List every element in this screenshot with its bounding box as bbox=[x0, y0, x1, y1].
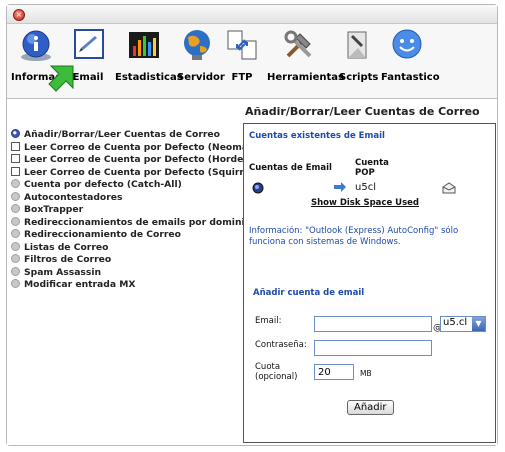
menu-item-mailing-lists[interactable]: Listas de Correo bbox=[11, 241, 241, 255]
email-field[interactable] bbox=[314, 316, 432, 332]
mailbox-icon[interactable] bbox=[442, 182, 456, 194]
dot-bullet-icon bbox=[11, 279, 20, 288]
password-field[interactable] bbox=[314, 340, 432, 356]
menu-item-squirrelmail[interactable]: Leer Correo de Cuenta por Defecto (Squir… bbox=[11, 166, 280, 180]
cursor-arrow-icon bbox=[48, 65, 74, 92]
title-bar: × bbox=[7, 5, 497, 24]
email-label: Email: bbox=[255, 316, 282, 326]
domain-selected-value: u5.cl bbox=[443, 317, 468, 328]
dot-bullet-icon bbox=[11, 191, 20, 201]
add-account-button[interactable]: Añadir bbox=[347, 400, 394, 415]
menu-item-boxtrapper[interactable]: BoxTrapper bbox=[11, 204, 241, 217]
quota-label: Cuota (opcional) bbox=[255, 362, 297, 382]
dot-bullet-icon bbox=[11, 216, 20, 226]
dot-bullet-icon bbox=[11, 179, 20, 188]
checkbox-bullet-icon bbox=[11, 154, 20, 163]
toolbar-statistics[interactable]: Estadisticas bbox=[115, 28, 183, 83]
toolbar-ftp[interactable]: FTP bbox=[223, 28, 261, 83]
menu-item-catch-all[interactable]: Cuenta por defecto (Catch-All) bbox=[11, 179, 241, 192]
dot-bullet-icon bbox=[11, 229, 20, 238]
statistics-icon bbox=[127, 28, 161, 62]
toolbar-label: Estadisticas bbox=[115, 72, 183, 83]
dot-bullet-icon bbox=[11, 254, 20, 263]
toolbar-fantastico[interactable]: Fantastico bbox=[381, 28, 440, 83]
content-area: Añadir/Borrar/Leer Cuentas de Correo Aña… bbox=[7, 99, 497, 445]
close-icon[interactable]: × bbox=[13, 9, 25, 21]
col-pop-header: Cuenta POP bbox=[355, 158, 389, 178]
menu-item-neomail[interactable]: Leer Correo de Cuenta por Defecto (Neoma… bbox=[11, 141, 259, 155]
menu-item-autoresponders[interactable]: Autocontestadores bbox=[11, 191, 241, 205]
existing-accounts-title: Cuentas existentes de Email bbox=[249, 131, 385, 141]
info-text: Información: "Outlook (Express) AutoConf… bbox=[249, 226, 459, 247]
sidebar-menu: Añadir/Borrar/Leer Cuentas de Correo Lee… bbox=[11, 129, 280, 292]
toolbar-label: Herramientas bbox=[267, 72, 344, 83]
menu-item-spam-assassin[interactable]: Spam Assassin bbox=[11, 266, 241, 280]
ftp-icon bbox=[225, 28, 259, 62]
window: × Informac Email Estadisticas Servidor F… bbox=[6, 4, 498, 446]
toolbar-tools[interactable]: Herramientas bbox=[267, 28, 344, 83]
checkbox-bullet-icon bbox=[11, 141, 20, 151]
checkbox-bullet-icon bbox=[11, 166, 20, 176]
password-label: Contraseña: bbox=[255, 340, 307, 350]
toolbar-label: FTP bbox=[231, 72, 253, 83]
menu-item-forwarding[interactable]: Redireccionamiento de Correo bbox=[11, 229, 241, 242]
toolbar-server[interactable]: Servidor bbox=[177, 28, 225, 83]
quota-label-line-2: (opcional) bbox=[255, 372, 298, 382]
quota-unit: MB bbox=[360, 369, 372, 378]
arrow-right-icon bbox=[334, 182, 346, 192]
dot-bullet-icon bbox=[11, 266, 20, 276]
toolbar-label: Fantastico bbox=[381, 72, 440, 83]
scripts-icon bbox=[340, 28, 374, 62]
info-icon bbox=[19, 28, 53, 62]
menu-item-mx-entry[interactable]: Modificar entrada MX bbox=[11, 279, 241, 292]
page-title: Añadir/Borrar/Leer Cuentas de Correo bbox=[245, 105, 480, 118]
tools-icon bbox=[282, 28, 316, 62]
pop-account-name: u5cl bbox=[355, 182, 376, 193]
menu-item-add-accounts[interactable]: Añadir/Borrar/Leer Cuentas de Correo bbox=[11, 129, 241, 142]
col-email-header: Cuentas de Email bbox=[249, 163, 332, 173]
add-account-title: Añadir cuenta de email bbox=[253, 288, 365, 298]
menu-item-horde[interactable]: Leer Correo de Cuenta por Defecto (Horde… bbox=[11, 154, 248, 167]
toolbar: Informac Email Estadisticas Servidor FTP… bbox=[7, 24, 497, 99]
menu-item-domain-forwarding[interactable]: Redireccionamientos de emails por domini… bbox=[11, 216, 254, 230]
toolbar-label: Scripts bbox=[339, 72, 379, 83]
server-globe-icon bbox=[180, 28, 214, 62]
quota-label-line-1: Cuota bbox=[255, 362, 281, 372]
menu-item-filters[interactable]: Filtros de Correo bbox=[11, 254, 241, 267]
dot-bullet-icon bbox=[11, 241, 20, 251]
accounts-panel: Cuentas existentes de Email Cuentas de E… bbox=[243, 123, 496, 443]
toolbar-label: Servidor bbox=[177, 72, 225, 83]
account-radio-icon[interactable] bbox=[252, 182, 264, 194]
dot-bullet-icon bbox=[11, 204, 20, 213]
show-disk-space-link[interactable]: Show Disk Space Used bbox=[311, 198, 419, 208]
chevron-down-icon: ▼ bbox=[472, 317, 485, 331]
quota-field[interactable] bbox=[314, 364, 354, 380]
domain-select[interactable]: u5.cl ▼ bbox=[440, 316, 486, 332]
radio-bullet-icon bbox=[11, 129, 20, 138]
smiley-icon bbox=[390, 28, 424, 62]
toolbar-scripts[interactable]: Scripts bbox=[339, 28, 379, 83]
email-icon bbox=[71, 28, 105, 62]
